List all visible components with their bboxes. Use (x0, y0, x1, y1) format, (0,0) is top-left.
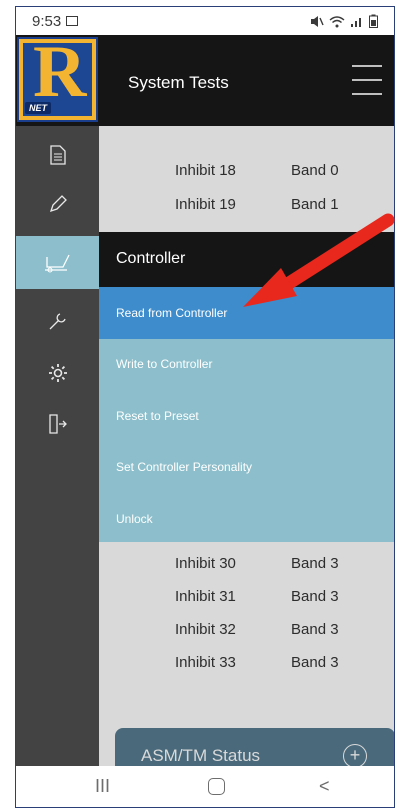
band-cell: Band 3 (291, 621, 339, 638)
sidebar-item-settings[interactable] (16, 348, 99, 398)
band-cell: Band 3 (291, 654, 339, 671)
settings-icon (48, 364, 67, 382)
band-cell: Band 1 (291, 196, 339, 213)
table-row: Inhibit 18 Band 0 (99, 155, 394, 187)
table-row: Inhibit 33 Band 3 (99, 647, 394, 679)
sidebar-item-exit[interactable] (16, 399, 99, 449)
rnet-logo: R NET (17, 37, 98, 122)
sidebar-item-edit[interactable] (16, 179, 99, 229)
app-frame: 9:53 R NET System Tests Inhibit 18 Band … (15, 6, 395, 808)
menu-item-read-from-controller[interactable]: Read from Controller (99, 287, 394, 339)
wifi-icon (329, 15, 345, 27)
exit-icon (48, 414, 67, 434)
table-row: Inhibit 31 Band 3 (99, 581, 394, 613)
table-row: Inhibit 32 Band 3 (99, 614, 394, 646)
table-row: Inhibit 19 Band 1 (99, 189, 394, 221)
status-icons (310, 14, 378, 28)
inhibit-cell: Inhibit 19 (175, 196, 236, 213)
inhibit-cell: Inhibit 18 (175, 162, 236, 179)
signal-icon (351, 17, 361, 27)
band-cell: Band 3 (291, 555, 339, 572)
controller-menu-title: Controller (116, 250, 186, 267)
band-cell: Band 0 (291, 162, 339, 179)
inhibit-cell: Inhibit 33 (175, 654, 236, 671)
battery-icon (369, 14, 378, 28)
wrench-icon (49, 313, 66, 330)
menu-item-label: Reset to Preset (116, 409, 199, 423)
home-button[interactable] (208, 778, 225, 795)
mute-icon (311, 15, 324, 27)
document-icon (49, 145, 66, 165)
app-header: R NET System Tests (16, 35, 394, 126)
menu-item-label: Write to Controller (116, 357, 213, 371)
plus-icon[interactable]: + (343, 744, 367, 768)
inhibit-cell: Inhibit 30 (175, 555, 236, 572)
menu-item-label: Unlock (116, 512, 153, 526)
inhibit-cell: Inhibit 32 (175, 621, 236, 638)
hamburger-menu-icon[interactable] (352, 65, 382, 97)
menu-item-reset-to-preset[interactable]: Reset to Preset (99, 390, 394, 442)
inhibit-cell: Inhibit 31 (175, 588, 236, 605)
controller-menu-body: Read from Controller Write to Controller… (99, 287, 394, 545)
menu-item-label: Read from Controller (116, 306, 228, 320)
controller-menu: Controller Read from Controller Write to… (99, 232, 394, 545)
logo-letter: R (33, 37, 87, 113)
sidebar-item-controller[interactable] (16, 236, 99, 289)
logo-sub: NET (25, 102, 51, 114)
pencil-icon (49, 195, 67, 213)
status-time: 9:53 (32, 12, 62, 30)
menu-item-set-controller-personality[interactable]: Set Controller Personality (99, 441, 394, 493)
sidebar-item-document[interactable] (16, 130, 99, 180)
table-row: Inhibit 30 Band 3 (99, 548, 394, 580)
page-title: System Tests (128, 73, 229, 92)
asm-tm-status-label: ASM/TM Status (141, 746, 261, 765)
back-button[interactable]: < (319, 776, 330, 797)
menu-item-label: Set Controller Personality (116, 460, 253, 474)
sidebar (16, 126, 99, 766)
sidebar-item-tools[interactable] (16, 296, 99, 346)
menu-item-unlock[interactable]: Unlock (99, 493, 394, 545)
system-navbar: III < (16, 766, 394, 807)
chair-icon (44, 254, 70, 272)
controller-menu-header: Controller (99, 232, 394, 287)
band-cell: Band 3 (291, 588, 339, 605)
image-icon (66, 16, 79, 26)
menu-item-write-to-controller[interactable]: Write to Controller (99, 338, 394, 390)
status-bar: 9:53 (16, 7, 394, 35)
recents-button[interactable]: III (95, 776, 110, 797)
